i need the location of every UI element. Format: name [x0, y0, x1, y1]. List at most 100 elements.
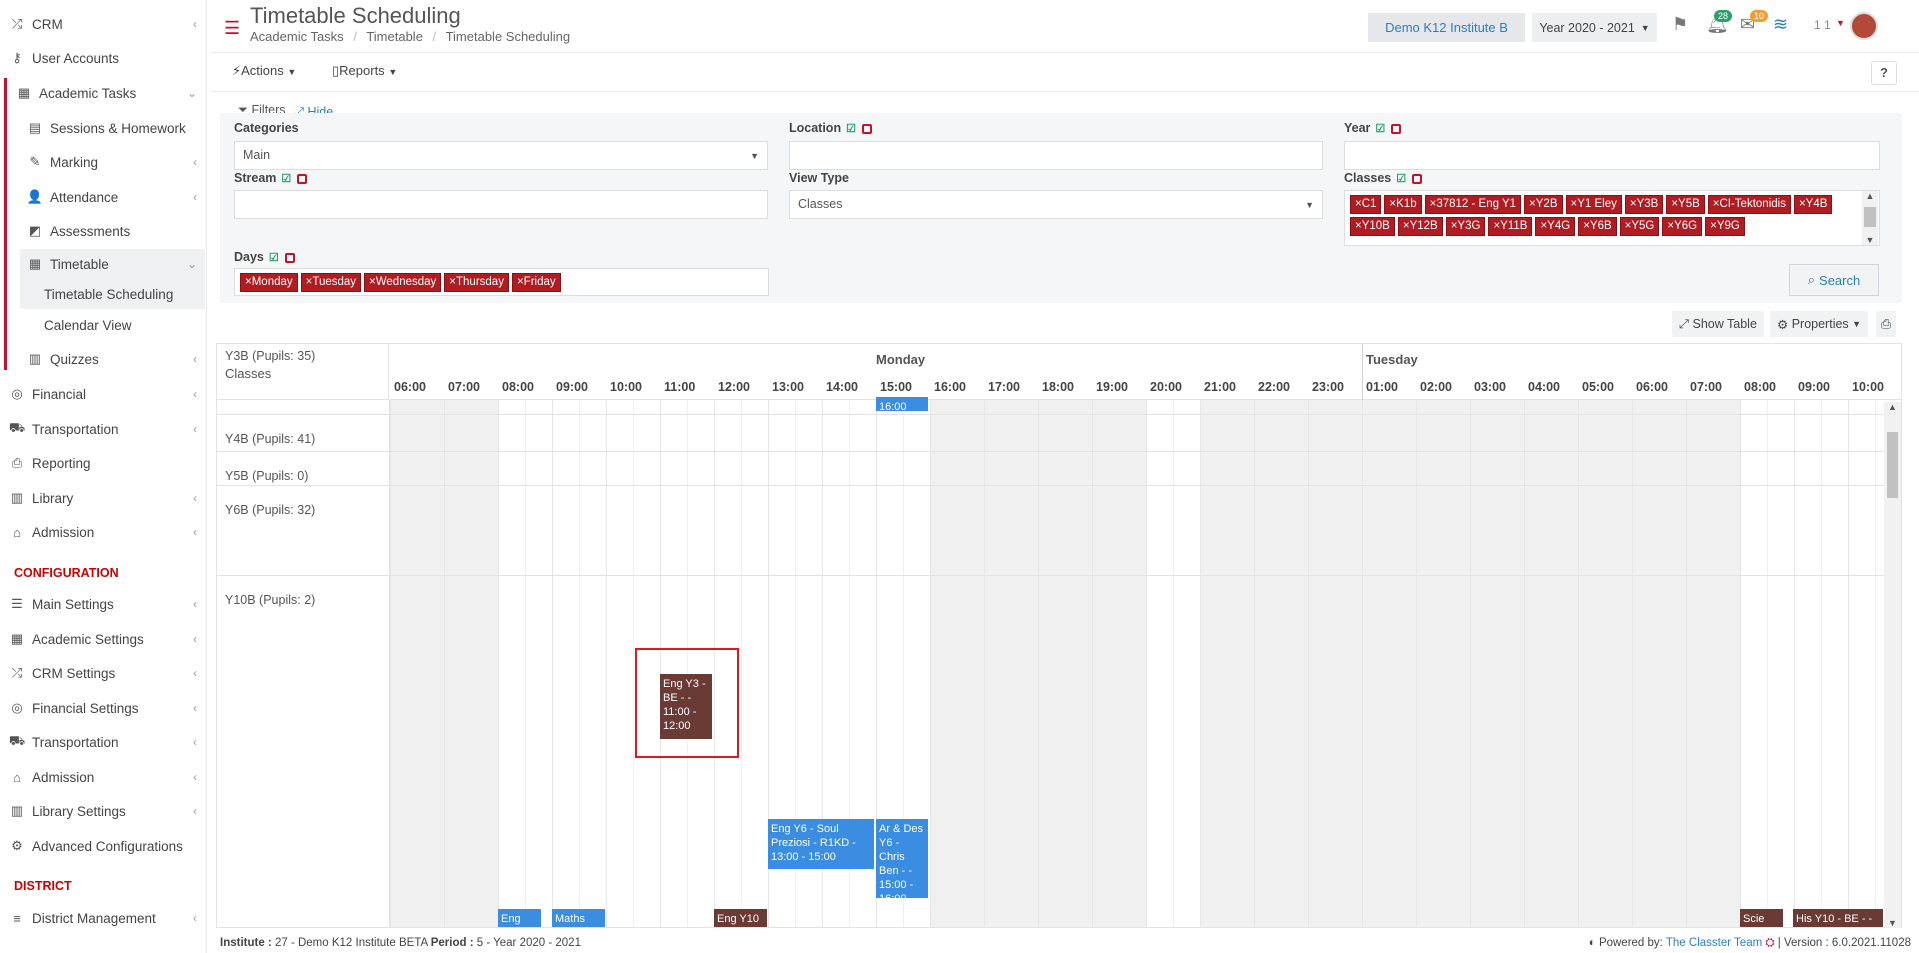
check-all-icon[interactable]: ☑ [1375, 122, 1385, 135]
day-tag[interactable]: ×Thursday [444, 273, 509, 292]
sidebar-item-timetable-scheduling[interactable]: Timetable Scheduling [20, 279, 205, 309]
location-input[interactable] [789, 141, 1323, 170]
viewtype-select[interactable]: Classes ▼ [789, 190, 1323, 219]
class-tag[interactable]: ×Y11B [1488, 217, 1533, 236]
year-input[interactable] [1344, 141, 1880, 170]
day-tag[interactable]: ×Friday [511, 273, 561, 292]
class-tag[interactable]: ×Y6G [1662, 217, 1703, 236]
sidebar-item-marking[interactable]: ✎ Marking ‹ [0, 147, 205, 177]
class-tag[interactable]: ×Y1 Eley [1565, 195, 1622, 214]
class-tag[interactable]: ×Y5G [1619, 217, 1660, 236]
sidebar-item-library-settings[interactable]: ▥ Library Settings ‹ [0, 796, 205, 826]
user-caret-icon[interactable]: ▼ [1836, 18, 1845, 28]
sidebar-item-financial-settings[interactable]: ◎ Financial Settings ‹ [0, 693, 205, 723]
class-tag[interactable]: ×C1 [1350, 195, 1382, 214]
check-all-icon[interactable]: ☑ [269, 251, 279, 264]
layers-icon[interactable]: ≋ [1773, 14, 1788, 35]
properties-button[interactable]: ⚙ Properties ▼ [1770, 311, 1869, 337]
hour-label: 07:00 [1690, 380, 1722, 394]
sidebar-item-assessments[interactable]: ◩ Assessments [0, 216, 205, 246]
class-tag[interactable]: ×Y2B [1524, 195, 1563, 214]
flag-icon[interactable]: ⚑ [1672, 14, 1688, 35]
scroll-thumb[interactable] [1887, 432, 1898, 498]
class-tag[interactable]: ×Y3G [1445, 217, 1486, 236]
check-all-icon[interactable]: ☑ [846, 122, 856, 135]
sidebar-item-admission-settings[interactable]: ⌂ Admission ‹ [0, 762, 205, 792]
sidebar-item-academic-tasks[interactable]: ▦ Academic Tasks ⌄ [7, 78, 205, 108]
sidebar-item-calendar-view[interactable]: Calendar View [0, 310, 205, 340]
check-all-icon[interactable]: ☑ [281, 172, 291, 185]
scroll-up-icon[interactable]: ▲ [1884, 402, 1901, 412]
timetable-event[interactable]: Ar & Des Y6 - Chris Ben - - 15:00 - 16:0… [876, 819, 928, 898]
sidebar-item-main-settings[interactable]: ☰ Main Settings ‹ [0, 589, 205, 619]
help-button[interactable]: ? [1871, 61, 1897, 85]
timetable-event[interactable]: 16:00 [876, 397, 928, 411]
avatar[interactable] [1850, 12, 1878, 40]
class-tag[interactable]: ×K1b [1384, 195, 1422, 214]
sidebar-item-quizzes[interactable]: ▥ Quizzes ‹ [0, 344, 205, 374]
scroll-down-icon[interactable]: ▼ [1884, 918, 1901, 928]
timetable-event[interactable]: Eng Y10 - [714, 909, 767, 927]
classes-tag-box[interactable]: ×C1 ×K1b ×37812 - Eng Y1 ×Y2B ×Y1 Eley ×Y3B ×Y… [1344, 190, 1880, 246]
class-tag[interactable]: ×Y5B [1666, 195, 1705, 214]
hamburger-menu-icon[interactable]: ☰ [224, 18, 240, 39]
sidebar-item-library[interactable]: ▥ Library ‹ [0, 483, 205, 513]
year-selector[interactable]: Year 2020 - 2021 ▼ [1532, 13, 1657, 42]
classter-team-link[interactable]: The Classter Team [1666, 937, 1762, 949]
check-all-icon[interactable]: ☑ [1396, 172, 1406, 185]
clear-all-icon[interactable] [1391, 123, 1402, 134]
user-short[interactable]: 1 1 [1814, 18, 1831, 32]
sidebar-item-attendance[interactable]: 👤 Attendance ‹ [0, 182, 205, 212]
show-table-button[interactable]: ⤢ Show Table [1672, 311, 1764, 337]
breadcrumb-academic-tasks[interactable]: Academic Tasks [250, 29, 344, 44]
sidebar-item-crm[interactable]: ⤮ CRM ‹ [0, 9, 205, 39]
scroll-up-icon[interactable]: ▲ [1862, 191, 1878, 201]
sidebar-item-timetable[interactable]: ▦ Timetable ⌄ [20, 249, 205, 279]
sidebar-item-reporting[interactable]: ⎙ Reporting [0, 448, 205, 478]
class-tag[interactable]: ×Y4B [1793, 195, 1833, 214]
timetable-event[interactable]: Scie [1740, 909, 1783, 927]
class-tag[interactable]: ×Y9G [1705, 217, 1745, 236]
sidebar-item-transportation[interactable]: ⛟ Transportation ‹ [0, 414, 205, 444]
clear-all-icon[interactable] [284, 252, 295, 263]
categories-select[interactable]: Main ▼ [234, 141, 768, 170]
grid-scrollbar[interactable]: ▲ ▼ [1884, 402, 1901, 928]
classes-scrollbar[interactable]: ▲ ▼ [1862, 191, 1878, 245]
class-tag[interactable]: ×Y10B [1350, 217, 1395, 236]
clear-all-icon[interactable] [861, 123, 872, 134]
timetable-event[interactable]: Maths [552, 909, 605, 927]
actions-button[interactable]: ⚡︎Actions ▼ [232, 63, 296, 79]
class-tag[interactable]: ×Y6B [1578, 217, 1617, 236]
scroll-thumb[interactable] [1864, 207, 1876, 227]
clear-all-icon[interactable] [297, 173, 308, 184]
scroll-down-icon[interactable]: ▼ [1862, 235, 1878, 245]
reports-button[interactable]: ▯Reports ▼ [332, 63, 397, 79]
class-tag[interactable]: ×CI-Tektonidis [1707, 195, 1791, 214]
sidebar-item-user-accounts[interactable]: ⚷ User Accounts [0, 43, 205, 73]
sidebar-item-crm-settings[interactable]: ⤮ CRM Settings ‹ [0, 658, 205, 688]
class-tag[interactable]: ×Y4G [1535, 217, 1576, 236]
sidebar-item-financial[interactable]: ◎ Financial ‹ [0, 379, 205, 409]
sidebar-item-sessions-homework[interactable]: ▤ Sessions & Homework [0, 113, 205, 143]
sidebar-item-advanced-configurations[interactable]: ⚙ Advanced Configurations [0, 831, 205, 861]
timetable-event[interactable]: His Y10 - BE - - 09: [1793, 909, 1883, 927]
stream-input[interactable] [234, 190, 768, 219]
days-tag-box[interactable]: ×Monday ×Tuesday ×Wednesday ×Thursday ×Frida… [234, 268, 769, 296]
sidebar-item-admission[interactable]: ⌂ Admission ‹ [0, 517, 205, 547]
day-tag[interactable]: ×Tuesday [300, 273, 362, 292]
institute-selector[interactable]: Demo K12 Institute B [1368, 13, 1525, 42]
sidebar-item-academic-settings[interactable]: ▦ Academic Settings ‹ [0, 624, 205, 654]
print-button[interactable]: ⎙ [1876, 311, 1897, 337]
breadcrumb-timetable[interactable]: Timetable [366, 29, 423, 44]
sidebar-item-district-management[interactable]: ≡ District Management ‹ [0, 903, 205, 933]
class-tag[interactable]: ×Y12B [1397, 217, 1443, 236]
timetable-event[interactable]: Eng Y10 [498, 909, 541, 927]
clear-all-icon[interactable] [1412, 173, 1423, 184]
sidebar-item-transportation-settings[interactable]: ⛟ Transportation ‹ [0, 727, 205, 757]
timetable-event[interactable]: Eng Y6 - Soul Preziosi - R1KD - 13:00 - … [768, 819, 874, 869]
class-tag[interactable]: ×37812 - Eng Y1 [1424, 195, 1522, 214]
search-button[interactable]: ⌕ Search [1789, 264, 1879, 296]
day-tag[interactable]: ×Wednesday [364, 273, 442, 292]
day-tag[interactable]: ×Monday [240, 273, 298, 292]
class-tag[interactable]: ×Y3B [1624, 195, 1664, 214]
